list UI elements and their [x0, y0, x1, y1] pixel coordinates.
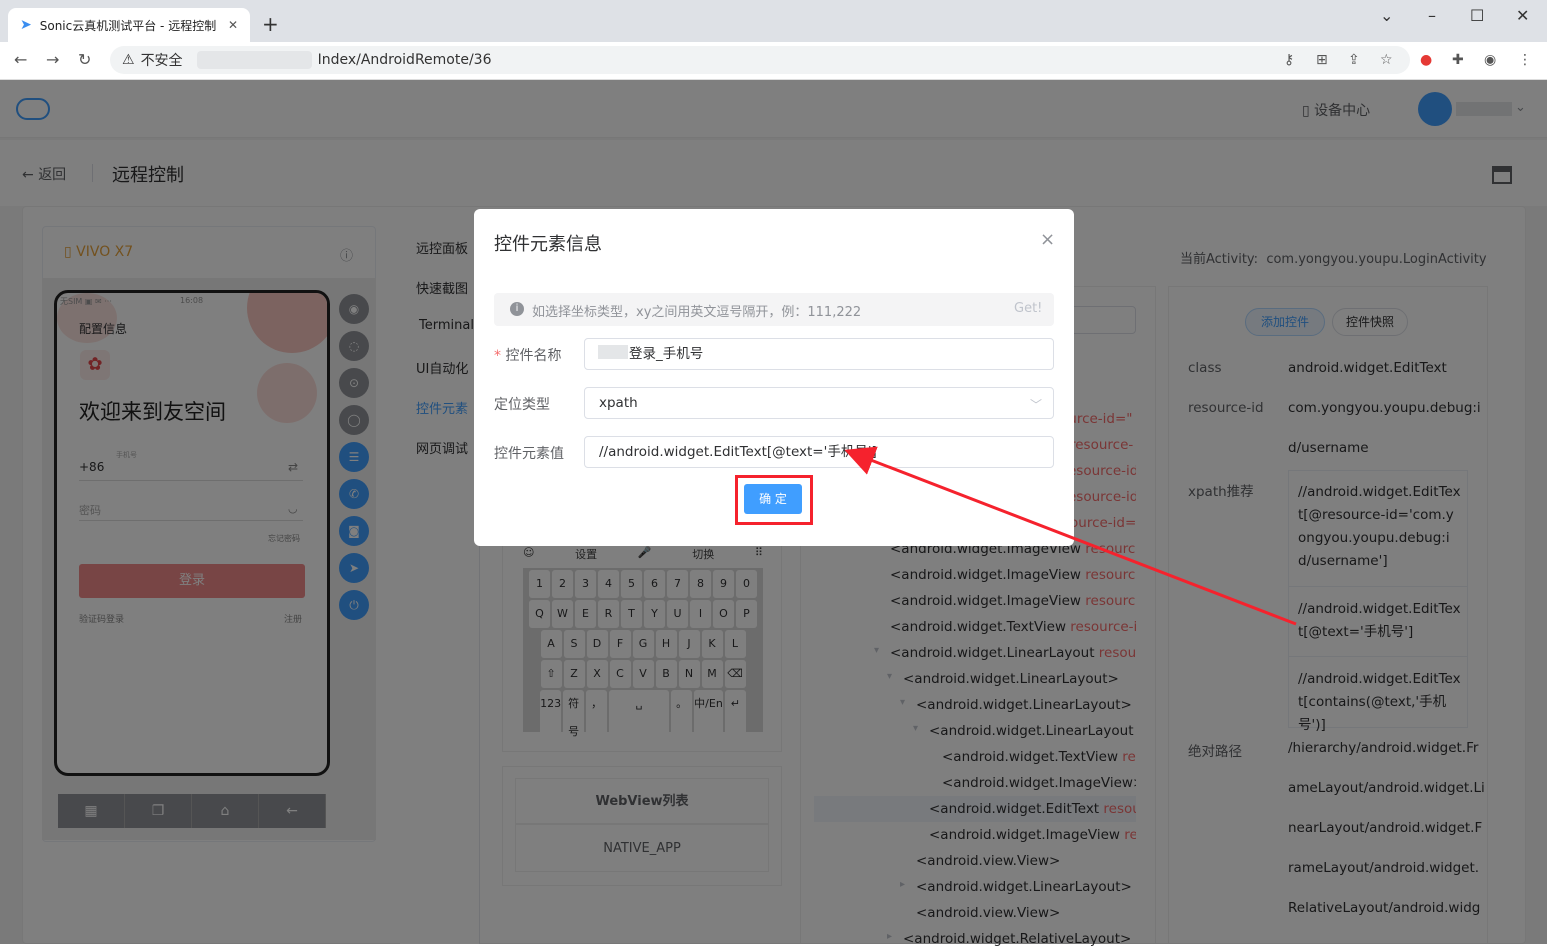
annotation-box — [735, 475, 813, 525]
dialog-title: 控件元素信息 — [494, 234, 602, 255]
url-text: Index/AndroidRemote/36 — [317, 52, 492, 68]
profile-icon[interactable]: ◉ — [1484, 52, 1496, 68]
close-icon[interactable]: × — [1040, 229, 1055, 250]
value-label: 控件元素值 — [494, 446, 564, 462]
name-label-text: 控件名称 — [505, 348, 562, 364]
alert-get: Get! — [1014, 301, 1043, 316]
warning-icon: ⚠ — [122, 52, 135, 68]
forward-arrow-icon[interactable]: → — [46, 50, 59, 69]
name-label: * 控件名称 — [494, 348, 562, 364]
minimize-button[interactable]: – — [1428, 6, 1436, 25]
browser-tab[interactable]: ➤ Sonic云真机测试平台 - 远程控制 ✕ — [8, 8, 250, 42]
extension-red-icon[interactable]: ● — [1420, 52, 1432, 68]
alert-text: 如选择坐标类型，xy之间用英文逗号隔开，例：111,222 — [532, 305, 862, 320]
chevron-down-icon[interactable]: ﹀ — [1030, 396, 1042, 413]
paper-plane-icon: ➤ — [20, 17, 32, 33]
type-label: 定位类型 — [494, 397, 550, 413]
tab-search-icon[interactable]: ⌄ — [1380, 6, 1393, 25]
close-window-button[interactable]: ✕ — [1516, 6, 1529, 25]
new-tab-button[interactable]: + — [262, 12, 279, 36]
info-icon: i — [510, 302, 524, 316]
puzzle-icon[interactable]: ✚ — [1452, 52, 1464, 68]
back-arrow-icon[interactable]: ← — [14, 50, 27, 69]
insecure-label: 不安全 — [140, 53, 183, 69]
element-value-input[interactable]: //android.widget.EditText[@text='手机号'] — [584, 436, 1054, 468]
redacted-host — [196, 51, 312, 69]
key-icon[interactable]: ⚷ — [1284, 52, 1294, 68]
share-icon[interactable]: ⇪ — [1348, 52, 1360, 68]
translate-icon[interactable]: ⊞ — [1316, 52, 1328, 68]
redacted-prefix — [598, 345, 628, 359]
close-tab-icon[interactable]: ✕ — [228, 18, 238, 32]
menu-dots-icon[interactable]: ⋮ — [1518, 52, 1532, 68]
maximize-button[interactable]: ☐ — [1470, 6, 1484, 25]
locator-type-select[interactable]: xpath — [584, 387, 1054, 419]
url-input[interactable]: ⚠ 不安全 Index/AndroidRemote/36 — [110, 46, 1410, 74]
control-name-input[interactable]: 登录_手机号 — [584, 338, 1054, 370]
reload-icon[interactable]: ↻ — [78, 50, 91, 69]
tab-title: Sonic云真机测试平台 - 远程控制 — [39, 18, 217, 33]
star-icon[interactable]: ☆ — [1380, 52, 1393, 68]
